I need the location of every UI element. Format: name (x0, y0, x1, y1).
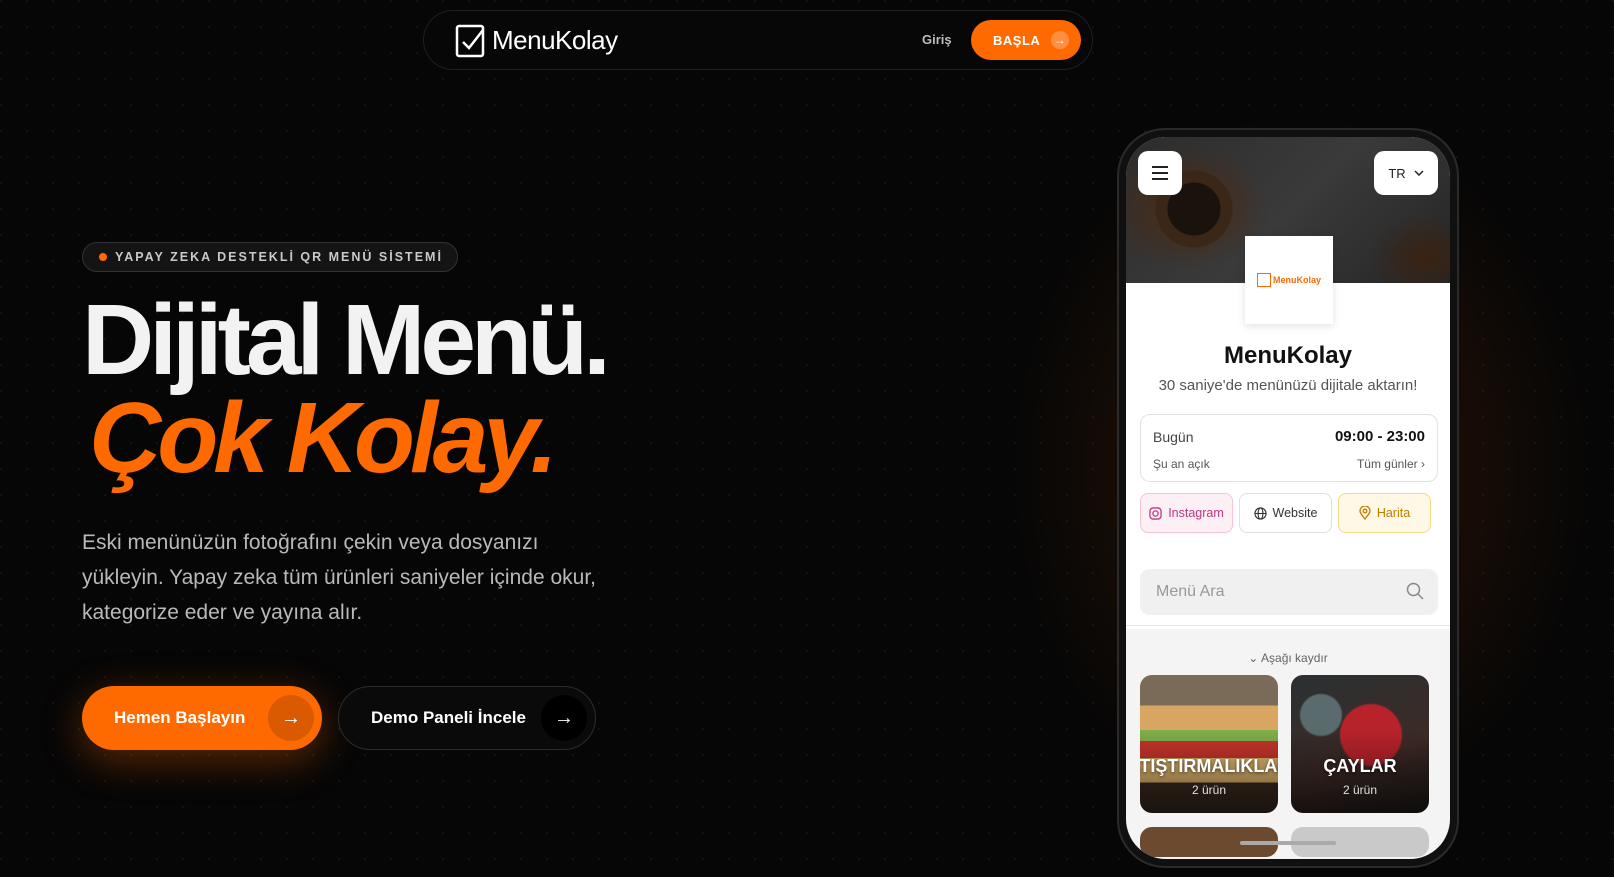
hours-day-label: Bugün (1153, 429, 1194, 445)
hero-title-line1: Dijital Menü. (82, 284, 611, 396)
arrow-right-icon: → (268, 695, 314, 741)
category-card-snacks[interactable]: ATIŞTIRMALIKLAR 2 ürün (1140, 675, 1278, 813)
website-link[interactable]: Website (1239, 493, 1332, 533)
opening-hours-card[interactable]: Bugün 09:00 - 23:00 Şu an açık Tüm günle… (1140, 414, 1438, 482)
top-navbar: MenuKolay Giriş BAŞLA → (423, 10, 1093, 70)
hero-title-line2: Çok Kolay. (90, 382, 558, 494)
instagram-icon (1149, 506, 1162, 520)
badge-text: YAPAY ZEKA DESTEKLİ QR MENÜ SİSTEMİ (115, 250, 443, 264)
category-name: ÇAYLAR (1323, 756, 1397, 776)
demo-panel-label: Demo Paneli İncele (371, 708, 526, 727)
hamburger-icon (1152, 166, 1168, 180)
scroll-hint: ⌄ Aşağı kaydır (1126, 651, 1450, 665)
start-button-label: BAŞLA (993, 32, 1041, 48)
map-pin-icon (1359, 506, 1371, 520)
landing-page: MenuKolay Giriş BAŞLA → YAPAY ZEKA DESTE… (0, 0, 1614, 877)
chevrons-down-icon: ⌄ (1248, 651, 1259, 665)
logo-mark-icon (1256, 273, 1271, 287)
chevron-down-icon (1414, 170, 1424, 176)
category-card-teas[interactable]: ÇAYLAR 2 ürün (1291, 675, 1429, 813)
chevron-right-icon: › (1421, 457, 1425, 471)
logo-mark-icon (455, 24, 485, 58)
all-days-label: Tüm günler (1356, 457, 1418, 471)
search-icon (1406, 582, 1424, 600)
map-label: Harita (1376, 506, 1411, 520)
hamburger-menu-button[interactable] (1138, 151, 1182, 195)
all-days-link[interactable]: Tüm günler › (1357, 457, 1425, 471)
scroll-hint-text: Aşağı kaydır (1261, 651, 1328, 665)
arrow-right-icon: → (541, 695, 587, 741)
demo-panel-button[interactable]: Demo Paneli İncele → (338, 686, 596, 750)
search-placeholder: Menü Ara (1156, 583, 1225, 600)
website-label: Website (1272, 506, 1318, 520)
category-count: 2 ürün (1191, 783, 1227, 797)
phone-mockup: TR MenuKolay MenuKolay 30 saniye'de menü… (1117, 128, 1459, 868)
category-name: ATIŞTIRMALIKLAR (1140, 756, 1278, 776)
menu-search-input[interactable]: Menü Ara (1140, 569, 1438, 615)
brand-logo[interactable]: MenuKolay (454, 21, 618, 59)
home-indicator (1240, 841, 1336, 845)
divider (1126, 625, 1450, 626)
business-logo: MenuKolay (1245, 236, 1333, 324)
get-started-button[interactable]: Hemen Başlayın → (82, 686, 322, 750)
instagram-link[interactable]: Instagram (1140, 493, 1233, 533)
hero-description: Eski menünüzün fotoğrafını çekin veya do… (82, 531, 596, 624)
globe-icon (1253, 506, 1267, 520)
business-logo-text: MenuKolay (1272, 275, 1321, 285)
business-name: MenuKolay (1223, 342, 1352, 369)
brand-name: MenuKolay (492, 24, 618, 55)
hours-time: 09:00 - 23:00 (1334, 428, 1425, 445)
arrow-right-icon: → (1051, 31, 1069, 49)
feature-badge: YAPAY ZEKA DESTEKLİ QR MENÜ SİSTEMİ (82, 242, 458, 272)
business-tagline: 30 saniye'de menünüzü dijitale aktarın! (1158, 377, 1418, 394)
map-link[interactable]: Harita (1338, 493, 1431, 533)
category-count: 2 ürün (1342, 783, 1378, 797)
start-button[interactable]: BAŞLA → (971, 20, 1081, 60)
language-select[interactable]: TR (1374, 151, 1438, 195)
language-value: TR (1388, 165, 1406, 181)
login-link[interactable]: Giriş (922, 32, 952, 47)
get-started-label: Hemen Başlayın (114, 708, 246, 727)
phone-screen: TR MenuKolay MenuKolay 30 saniye'de menü… (1126, 137, 1450, 859)
open-status: Şu an açık (1153, 457, 1210, 471)
badge-dot (99, 253, 107, 261)
instagram-label: Instagram (1168, 506, 1224, 520)
